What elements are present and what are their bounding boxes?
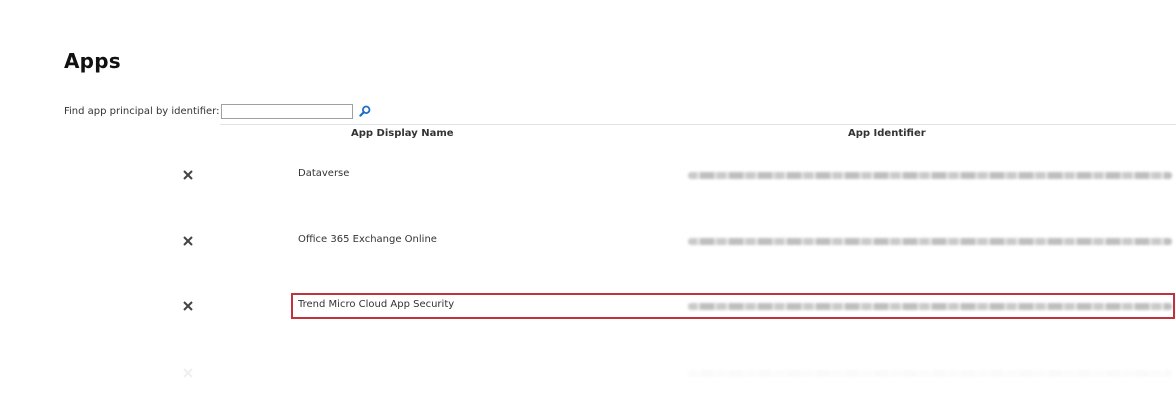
table-row: Office 365 Exchange Online <box>0 226 1176 256</box>
column-header-app-display-name[interactable]: App Display Name <box>351 128 454 139</box>
search-icon <box>359 105 371 117</box>
table-row <box>0 358 1176 388</box>
close-icon[interactable] <box>181 234 195 248</box>
search-bar: Find app principal by identifier: <box>64 102 373 120</box>
table-row: Trend Micro Cloud App Security <box>0 291 1176 321</box>
header-divider <box>220 124 1176 125</box>
app-identifier-redacted <box>688 303 1172 310</box>
app-display-name: Dataverse <box>298 168 350 179</box>
search-label: Find app principal by identifier: <box>64 105 220 117</box>
close-icon[interactable] <box>181 299 195 313</box>
app-display-name: Office 365 Exchange Online <box>298 234 437 245</box>
close-icon[interactable] <box>181 168 195 182</box>
search-input[interactable] <box>221 103 354 119</box>
app-identifier-redacted <box>688 172 1172 179</box>
column-header-app-identifier[interactable]: App Identifier <box>848 128 926 139</box>
app-display-name: Trend Micro Cloud App Security <box>298 299 455 310</box>
page-title: Apps <box>64 49 121 73</box>
app-identifier-redacted <box>688 370 1172 377</box>
app-identifier-redacted <box>688 238 1172 245</box>
search-button[interactable] <box>357 103 373 119</box>
close-icon[interactable] <box>181 366 195 380</box>
table-row: Dataverse <box>0 160 1176 190</box>
